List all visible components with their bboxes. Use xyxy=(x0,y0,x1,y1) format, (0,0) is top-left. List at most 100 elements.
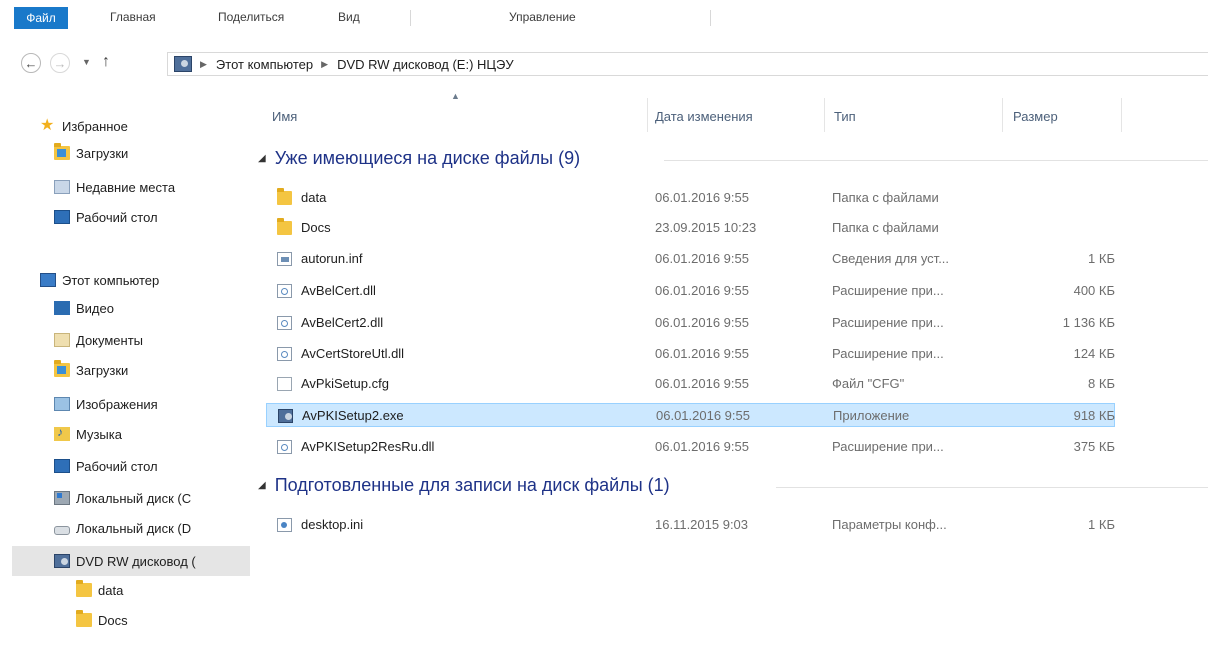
file-size: 918 КБ xyxy=(1073,408,1115,423)
tree-item-label: Недавние места xyxy=(76,179,176,195)
breadcrumb-this-pc[interactable]: Этот компьютер xyxy=(216,57,313,72)
tree-item-recent-places[interactable]: Недавние места xyxy=(54,175,175,199)
column-header-size[interactable]: Размер xyxy=(1013,100,1058,132)
file-date: 06.01.2016 9:55 xyxy=(655,346,749,361)
column-header-date[interactable]: Дата изменения xyxy=(655,100,753,132)
tree-item-documents[interactable]: Документы xyxy=(54,328,143,352)
file-row-avbelcert2-dll[interactable]: AvBelCert2.dll 06.01.2016 9:55 Расширени… xyxy=(266,311,1115,335)
tree-item-music[interactable]: Музыка xyxy=(54,422,122,446)
group-divider xyxy=(776,487,1208,488)
file-date: 06.01.2016 9:55 xyxy=(655,190,749,205)
back-button[interactable]: ← xyxy=(21,53,41,73)
tree-item-downloads-pc[interactable]: Загрузки xyxy=(54,358,128,382)
tree-item-label: Видео xyxy=(76,300,114,316)
column-header-type[interactable]: Тип xyxy=(834,100,856,132)
forward-button[interactable]: → xyxy=(50,53,70,73)
tree-item-label: Документы xyxy=(76,332,144,348)
file-row-data[interactable]: data 06.01.2016 9:55 Папка с файлами xyxy=(266,186,1115,210)
tree-item-label: Загрузки xyxy=(76,145,129,161)
group-divider xyxy=(664,160,1208,161)
file-row-autorun-inf[interactable]: autorun.inf 06.01.2016 9:55 Сведения для… xyxy=(266,247,1115,271)
folder-icon xyxy=(277,188,292,205)
column-separator[interactable] xyxy=(647,98,648,132)
tree-item-desktop[interactable]: Рабочий стол xyxy=(54,205,158,229)
file-row-avbelcert-dll[interactable]: AvBelCert.dll 06.01.2016 9:55 Расширение… xyxy=(266,279,1115,303)
inf-file-icon xyxy=(277,252,292,266)
tab-file[interactable]: Файл xyxy=(14,7,68,29)
breadcrumb-dvd-drive[interactable]: DVD RW дисковод (E:) НЦЭУ xyxy=(337,57,514,72)
group-header-prepared-files[interactable]: ◢ Подготовленные для записи на диск файл… xyxy=(258,475,670,496)
file-date: 23.09.2015 10:23 xyxy=(655,220,757,235)
tab-home[interactable]: Главная xyxy=(110,10,156,24)
file-row-desktop-ini[interactable]: desktop.ini 16.11.2015 9:03 Параметры ко… xyxy=(266,513,1115,537)
file-type: Расширение при... xyxy=(832,346,944,361)
ribbon-tab-bar: Файл Главная Поделиться Вид Управление xyxy=(0,0,1208,34)
recent-locations-dropdown[interactable]: ▼ xyxy=(82,57,91,67)
collapse-triangle-icon[interactable]: ◢ xyxy=(258,480,266,491)
file-row-avpkisetup-cfg[interactable]: AvPkiSetup.cfg 06.01.2016 9:55 Файл "CFG… xyxy=(266,372,1115,396)
file-row-docs[interactable]: Docs 23.09.2015 10:23 Папка с файлами xyxy=(266,216,1115,240)
file-date: 06.01.2016 9:55 xyxy=(655,283,749,298)
folder-icon xyxy=(76,610,92,627)
column-header-name[interactable]: Имя xyxy=(272,100,297,132)
star-icon: ★ xyxy=(40,117,55,134)
tab-manage[interactable]: Управление xyxy=(509,10,576,24)
pictures-folder-icon xyxy=(54,397,70,411)
cfg-file-icon xyxy=(277,377,292,391)
file-size: 400 КБ xyxy=(1073,283,1115,298)
file-name: AvCertStoreUtl.dll xyxy=(301,346,405,361)
file-date: 06.01.2016 9:55 xyxy=(655,439,749,454)
file-row-avpkisetup2resru-dll[interactable]: AvPKISetup2ResRu.dll 06.01.2016 9:55 Рас… xyxy=(266,435,1115,459)
folder-icon xyxy=(76,580,92,597)
ribbon-separator xyxy=(710,10,711,26)
file-row-avpkisetup2-exe[interactable]: AvPKISetup2.exe 06.01.2016 9:55 Приложен… xyxy=(266,403,1115,427)
dll-file-icon xyxy=(277,316,292,330)
tab-view[interactable]: Вид xyxy=(338,10,360,24)
tree-item-this-pc[interactable]: Этот компьютер xyxy=(40,268,159,292)
tree-item-dvd-drive[interactable]: DVD RW дисковод ( xyxy=(12,546,250,576)
sort-ascending-icon: ▲ xyxy=(451,91,460,101)
tree-item-videos[interactable]: Видео xyxy=(54,296,114,320)
tree-item-favorites[interactable]: ★ Избранное xyxy=(40,114,128,138)
tree-item-desktop-pc[interactable]: Рабочий стол xyxy=(54,454,158,478)
tree-item-label: Docs xyxy=(98,612,128,628)
tree-item-docs[interactable]: Docs xyxy=(76,608,128,632)
group-title: Подготовленные для записи на диск файлы … xyxy=(274,475,670,495)
up-button[interactable]: ↑ xyxy=(102,53,110,71)
tree-item-label: Рабочий стол xyxy=(76,458,158,474)
group-header-existing-files[interactable]: ◢ Уже имеющиеся на диске файлы (9) xyxy=(258,148,580,169)
file-date: 06.01.2016 9:55 xyxy=(656,408,750,423)
tree-item-label: DVD RW дисковод ( xyxy=(76,553,196,569)
file-type: Папка с файлами xyxy=(832,220,939,235)
ini-file-icon xyxy=(277,518,292,532)
column-separator[interactable] xyxy=(1121,98,1122,132)
file-type: Папка с файлами xyxy=(832,190,939,205)
file-name: AvPkiSetup.cfg xyxy=(301,376,389,391)
file-name: AvPKISetup2.exe xyxy=(302,408,404,423)
column-separator[interactable] xyxy=(1002,98,1003,132)
tree-item-label: Избранное xyxy=(62,118,128,134)
tree-item-label: Этот компьютер xyxy=(62,272,160,288)
file-row-avcertstoreutl-dll[interactable]: AvCertStoreUtl.dll 06.01.2016 9:55 Расши… xyxy=(266,342,1115,366)
tree-item-data[interactable]: data xyxy=(76,578,123,602)
tab-share[interactable]: Поделиться xyxy=(218,10,284,24)
desktop-icon xyxy=(54,459,70,473)
tree-item-downloads[interactable]: Загрузки xyxy=(54,141,128,165)
file-date: 06.01.2016 9:55 xyxy=(655,315,749,330)
file-size: 375 КБ xyxy=(1073,439,1115,454)
tree-item-pictures[interactable]: Изображения xyxy=(54,392,158,416)
tree-item-local-disk-d[interactable]: Локальный диск (D xyxy=(54,516,191,540)
recent-places-icon xyxy=(54,180,70,194)
arrow-left-icon: ← xyxy=(24,55,38,71)
tree-item-label: Изображения xyxy=(76,396,158,412)
column-separator[interactable] xyxy=(824,98,825,132)
address-bar[interactable]: ▶ Этот компьютер ▶ DVD RW дисковод (E:) … xyxy=(167,52,1208,76)
chevron-right-icon[interactable]: ▶ xyxy=(321,59,328,70)
file-type: Файл "CFG" xyxy=(832,376,905,391)
tree-item-local-disk-c[interactable]: Локальный диск (C xyxy=(54,486,191,510)
file-date: 06.01.2016 9:55 xyxy=(655,376,749,391)
dll-file-icon xyxy=(277,440,292,454)
chevron-right-icon[interactable]: ▶ xyxy=(200,59,207,70)
collapse-triangle-icon[interactable]: ◢ xyxy=(258,153,266,164)
file-type: Приложение xyxy=(833,408,910,423)
